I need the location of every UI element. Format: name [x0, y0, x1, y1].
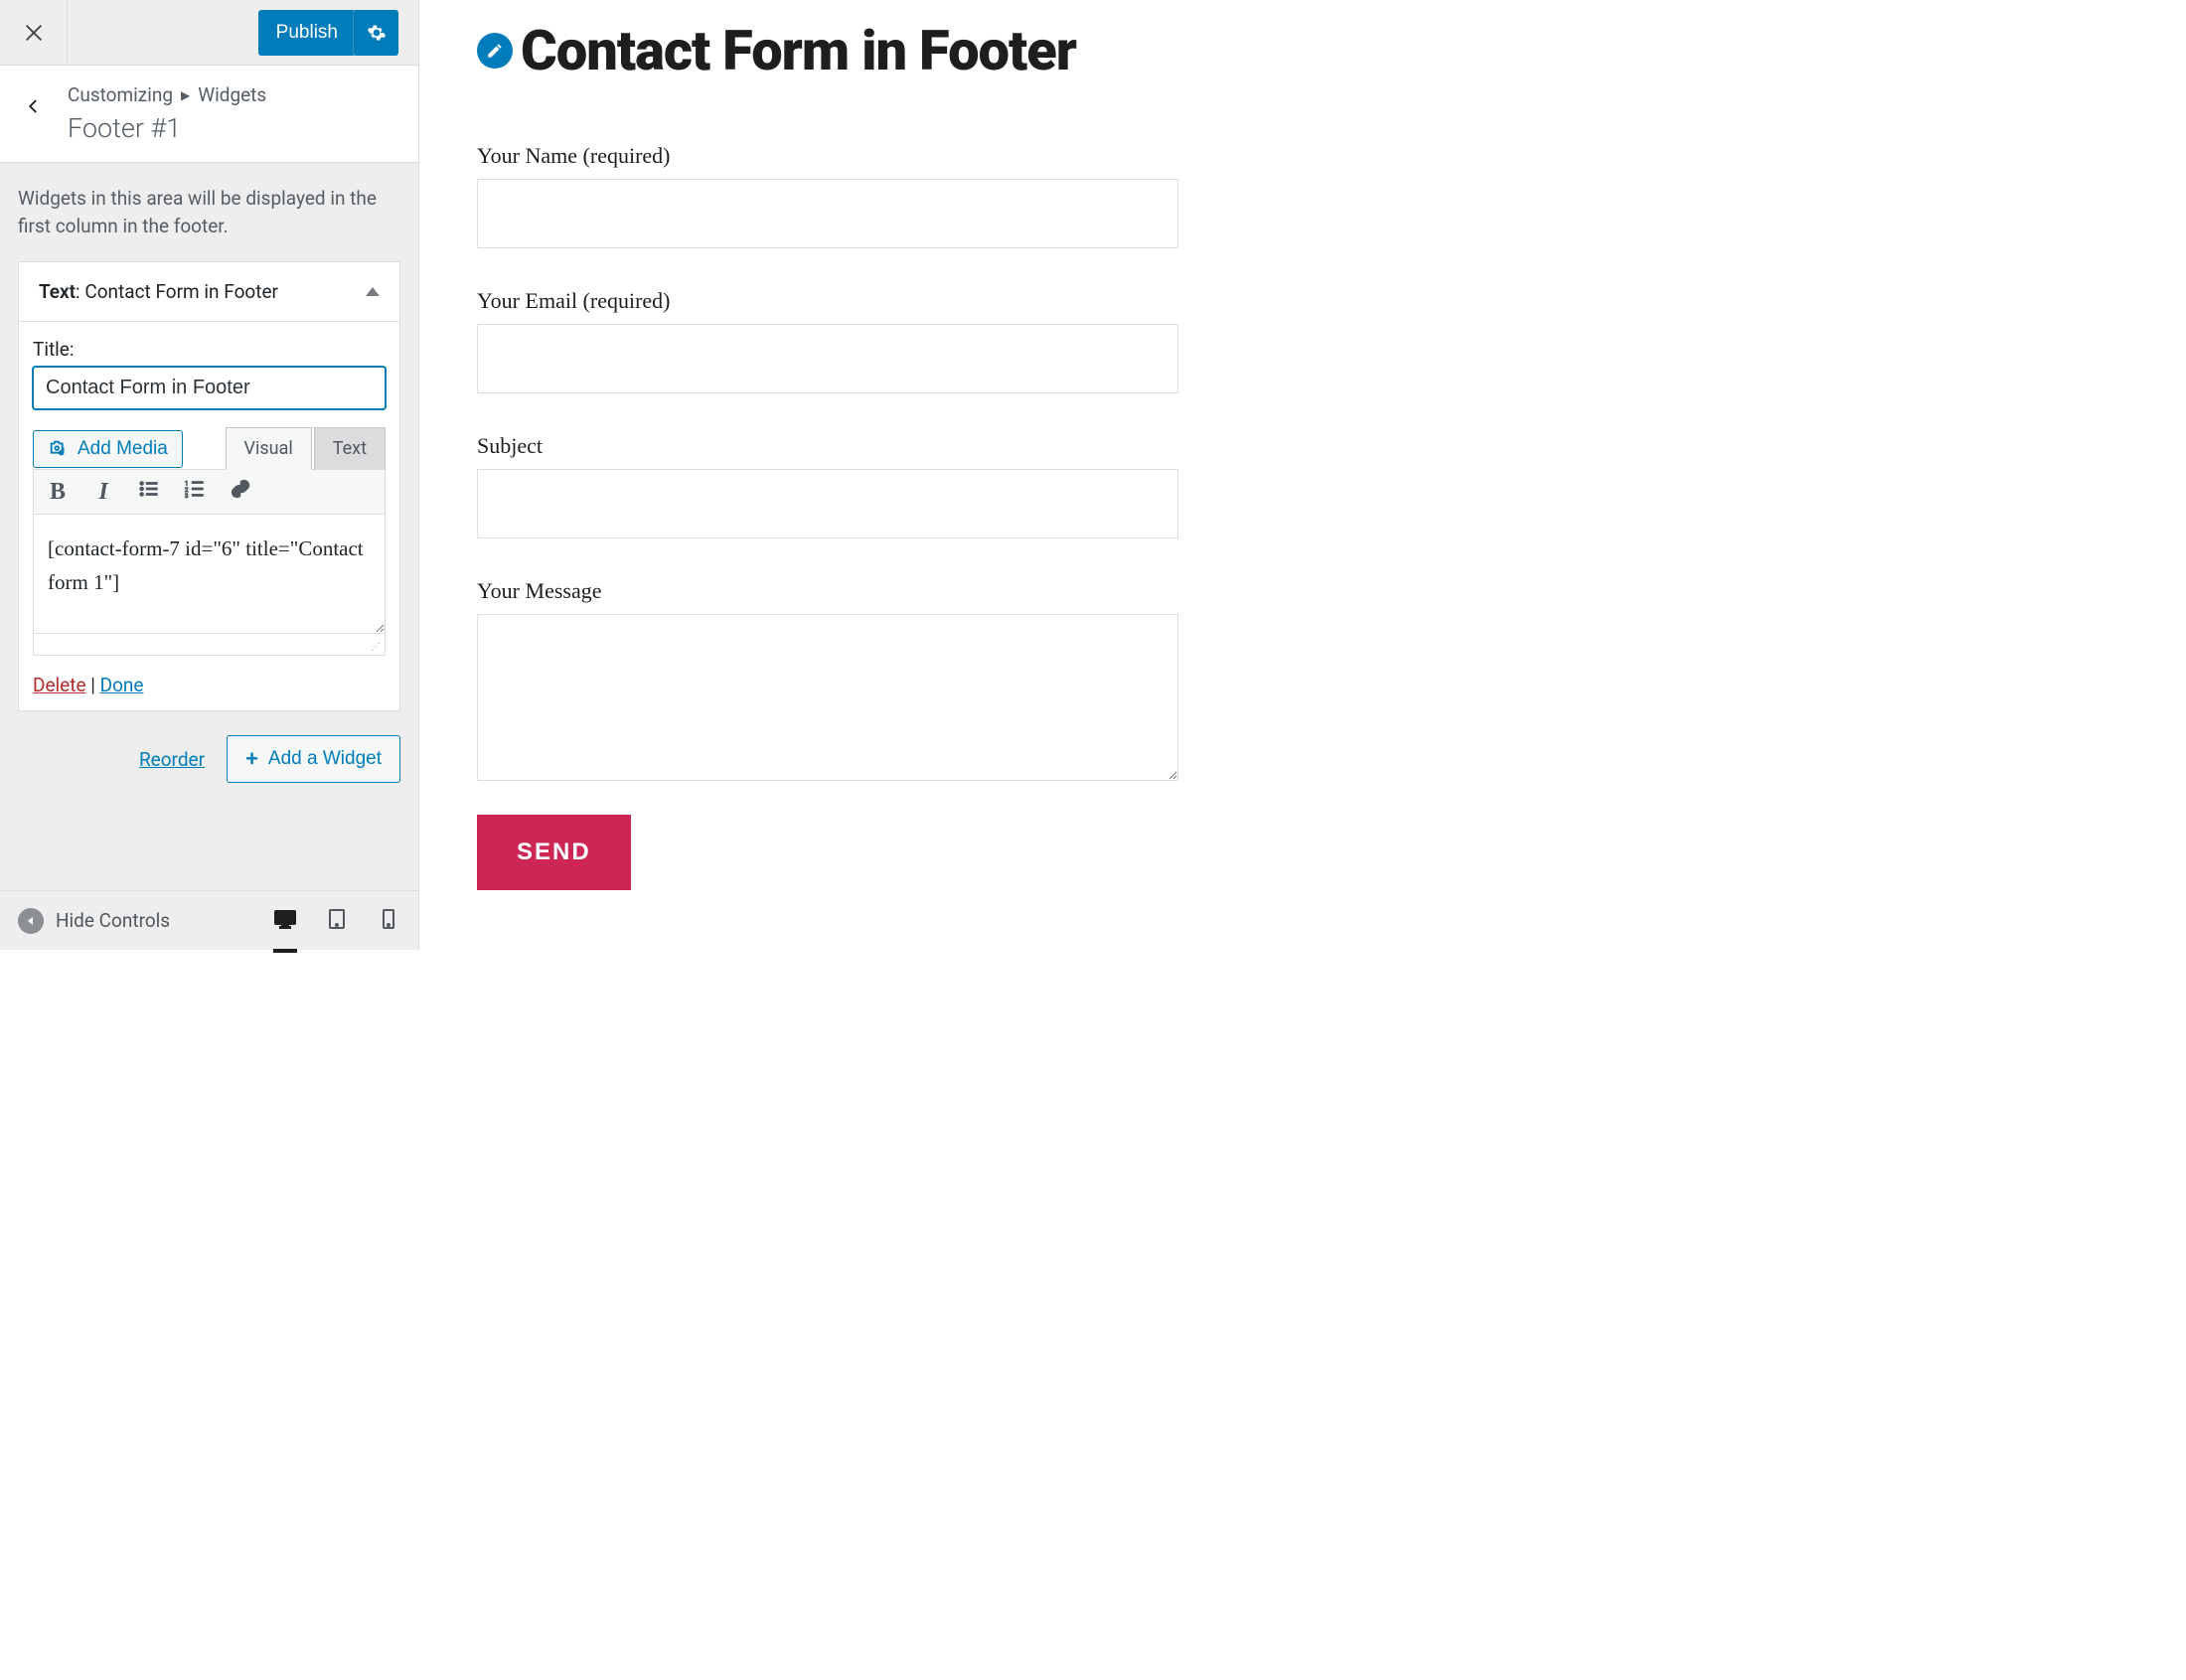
add-widget-button[interactable]: + Add a Widget: [227, 735, 400, 783]
device-desktop-button[interactable]: [273, 907, 297, 935]
section-description: Widgets in this area will be displayed i…: [0, 163, 418, 261]
widget-done-link[interactable]: Done: [100, 674, 144, 696]
bullet-list-icon: [138, 478, 160, 500]
section-title: Footer #1: [68, 112, 398, 144]
pencil-icon: [486, 42, 504, 60]
widget-header-colon: :: [76, 280, 84, 303]
publish-settings-button[interactable]: [353, 10, 398, 56]
add-media-label: Add Media: [78, 438, 168, 460]
widget-body: Title: Add Media Visual Text B I: [19, 322, 399, 710]
title-field-label: Title:: [33, 338, 386, 361]
publish-button[interactable]: Publish: [258, 10, 356, 56]
gear-icon: [367, 23, 387, 43]
chevron-left-icon: [25, 97, 43, 115]
breadcrumb-separator-icon: ▶: [181, 88, 190, 102]
actions-separator: |: [90, 674, 99, 696]
message-label: Your Message: [477, 578, 1178, 604]
widget-title-label: Contact Form in Footer: [84, 280, 278, 303]
resize-grip-icon[interactable]: ⋰: [371, 642, 381, 653]
section-header: Customizing ▶ Widgets Footer #1: [0, 66, 418, 163]
subject-label: Subject: [477, 433, 1178, 459]
bold-button[interactable]: B: [44, 479, 72, 506]
preview-pane: Contact Form in Footer Your Name (requir…: [419, 0, 1236, 950]
chevron-up-icon: [366, 287, 380, 296]
name-input[interactable]: [477, 179, 1178, 248]
widget-item: Text: Contact Form in Footer Title: Add …: [18, 261, 400, 711]
message-textarea[interactable]: [477, 614, 1178, 781]
close-icon: [23, 22, 45, 44]
add-widget-label: Add a Widget: [268, 748, 382, 770]
breadcrumb-parent[interactable]: Widgets: [198, 83, 266, 106]
widget-area-actions: Reorder + Add a Widget: [0, 711, 418, 807]
edit-shortcut-button[interactable]: [477, 33, 513, 69]
reorder-link[interactable]: Reorder: [139, 748, 205, 771]
hide-controls-button[interactable]: Hide Controls: [18, 908, 170, 934]
email-label: Your Email (required): [477, 288, 1178, 314]
plus-icon: +: [245, 746, 258, 772]
svg-text:3: 3: [185, 492, 189, 500]
editor-content[interactable]: [contact-form-7 id="6" title="Contact fo…: [33, 515, 386, 634]
device-tablet-button[interactable]: [325, 907, 349, 935]
device-mobile-button[interactable]: [377, 907, 400, 935]
breadcrumb-root: Customizing: [68, 83, 173, 106]
tab-text[interactable]: Text: [314, 427, 386, 470]
customizer-sidebar: Publish Customizing ▶ Widgets Footer #1: [0, 0, 419, 950]
close-customizer-button[interactable]: [0, 0, 68, 66]
italic-button[interactable]: I: [89, 479, 117, 506]
sidebar-footer: Hide Controls: [0, 890, 418, 950]
contact-form: Your Name (required) Your Email (require…: [477, 143, 1178, 890]
tab-visual[interactable]: Visual: [226, 427, 312, 470]
triangle-left-icon: [25, 915, 37, 927]
send-button[interactable]: SEND: [477, 815, 631, 890]
desktop-icon: [273, 907, 297, 931]
editor-statusbar: ⋰: [33, 634, 386, 656]
add-media-button[interactable]: Add Media: [33, 430, 183, 468]
widget-type-label: Text: [39, 280, 76, 303]
editor-toolbar: B I 123: [33, 469, 386, 515]
link-icon: [230, 478, 251, 500]
tablet-icon: [325, 907, 349, 931]
numbered-list-icon: 123: [184, 478, 206, 500]
mobile-icon: [377, 907, 400, 931]
widget-header[interactable]: Text: Contact Form in Footer: [19, 262, 399, 322]
preview-heading: Contact Form in Footer: [521, 18, 1076, 83]
back-button[interactable]: [0, 83, 68, 115]
widget-title-input[interactable]: [33, 367, 386, 409]
subject-input[interactable]: [477, 469, 1178, 538]
sidebar-topbar: Publish: [0, 0, 418, 66]
email-input[interactable]: [477, 324, 1178, 393]
camera-music-icon: [48, 438, 70, 460]
hide-controls-label: Hide Controls: [56, 909, 170, 932]
numbered-list-button[interactable]: 123: [181, 478, 209, 506]
bullet-list-button[interactable]: [135, 478, 163, 506]
name-label: Your Name (required): [477, 143, 1178, 169]
link-button[interactable]: [227, 478, 254, 506]
widget-delete-link[interactable]: Delete: [33, 674, 86, 696]
